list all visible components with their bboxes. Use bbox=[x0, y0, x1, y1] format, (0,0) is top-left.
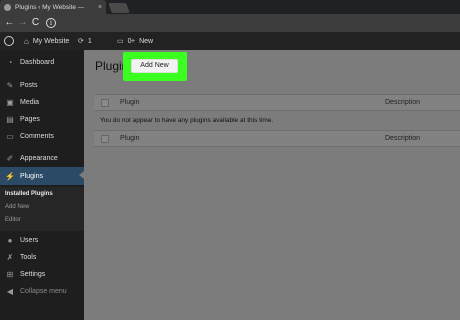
updates-icon: ⟳ bbox=[78, 38, 84, 45]
sidebar-item-label: Plugins bbox=[20, 172, 43, 180]
sidebar-item-label: Pages bbox=[20, 115, 40, 123]
tools-icon: ✗ bbox=[6, 252, 14, 262]
users-icon: ● bbox=[7, 235, 13, 245]
sidebar-item-users[interactable]: ● Users bbox=[0, 232, 84, 248]
select-all-checkbox[interactable] bbox=[101, 99, 109, 107]
submenu-add-new[interactable]: Add New bbox=[5, 204, 29, 210]
sidebar-item-tools[interactable]: ✗ Tools bbox=[0, 249, 84, 265]
sidebar-item-dashboard[interactable]: ◔ Dashboard bbox=[0, 54, 84, 70]
submenu-installed-plugins[interactable]: Installed Plugins bbox=[5, 191, 53, 197]
settings-icon: ⊞ bbox=[6, 269, 14, 279]
sidebar-item-media[interactable]: ▣ Media bbox=[0, 94, 84, 110]
wordpress-logo-icon[interactable] bbox=[4, 32, 15, 50]
sidebar-item-appearance[interactable]: ✐ Appearance bbox=[0, 150, 84, 166]
browser-tab-strip: Plugins ‹ My Website — × bbox=[0, 0, 460, 14]
sidebar-item-settings[interactable]: ⊞ Settings bbox=[0, 266, 84, 282]
sidebar-item-comments[interactable]: ▭ Comments bbox=[0, 128, 84, 144]
site-name-link[interactable]: ⌂ My Website bbox=[24, 32, 69, 50]
column-footer-plugin[interactable]: Plugin bbox=[120, 135, 139, 142]
updates-count: 1 bbox=[87, 37, 92, 45]
sidebar-item-label: Tools bbox=[20, 253, 37, 261]
updates-link[interactable]: ⟳ 1 bbox=[78, 32, 92, 50]
wp-admin-bar: ⌂ My Website ⟳ 1 ▭ 0 + New bbox=[0, 32, 460, 50]
sidebar-item-label: Appearance bbox=[20, 154, 58, 162]
collapse-icon: ◀ bbox=[6, 286, 14, 296]
pages-icon: ▤ bbox=[6, 114, 14, 124]
new-tab-button[interactable] bbox=[108, 3, 130, 13]
comments-icon: ▭ bbox=[6, 131, 14, 141]
collapse-menu-button[interactable]: ◀ Collapse menu bbox=[0, 283, 84, 299]
browser-tab[interactable]: Plugins ‹ My Website — × bbox=[0, 0, 106, 14]
empty-table-message: You do not appear to have any plugins av… bbox=[100, 117, 274, 124]
plugins-icon: ⚡ bbox=[5, 171, 15, 181]
column-footer-description: Description bbox=[385, 135, 421, 142]
home-icon: ⌂ bbox=[24, 36, 29, 46]
column-header-description: Description bbox=[385, 99, 421, 106]
table-footer-row: Plugin Description bbox=[94, 130, 460, 147]
admin-sidebar: ◔ Dashboard ✎ Posts ▣ Media ▤ Pages ▭ Co… bbox=[0, 50, 84, 320]
dashboard-icon: ◔ bbox=[7, 57, 13, 67]
media-icon: ▣ bbox=[6, 97, 14, 107]
select-all-checkbox-footer[interactable] bbox=[101, 135, 109, 143]
sidebar-item-pages[interactable]: ▤ Pages bbox=[0, 111, 84, 127]
browser-toolbar: ← → C i bbox=[0, 14, 460, 32]
reload-button[interactable]: C bbox=[29, 14, 42, 32]
back-button[interactable]: ← bbox=[3, 14, 16, 32]
tab-title: Plugins ‹ My Website — bbox=[15, 3, 85, 11]
site-name: My Website bbox=[32, 37, 70, 45]
table-header-row: Plugin Description bbox=[94, 94, 460, 111]
submenu-editor[interactable]: Editor bbox=[5, 217, 21, 223]
new-content-link[interactable]: + New bbox=[131, 32, 153, 50]
sidebar-item-label: Collapse menu bbox=[20, 287, 67, 295]
plus-icon: + bbox=[131, 37, 136, 45]
sidebar-item-label: Comments bbox=[20, 132, 54, 140]
sidebar-item-plugins[interactable]: ⚡ Plugins bbox=[0, 167, 84, 185]
comment-bubble-icon: ▭ bbox=[117, 38, 124, 45]
column-header-plugin[interactable]: Plugin bbox=[120, 99, 139, 106]
sidebar-item-posts[interactable]: ✎ Posts bbox=[0, 77, 84, 93]
plugins-submenu: Installed Plugins Add New Editor bbox=[0, 187, 84, 231]
new-label: New bbox=[139, 37, 154, 45]
pin-icon: ✎ bbox=[6, 80, 14, 90]
comments-link[interactable]: ▭ 0 bbox=[117, 32, 132, 50]
sidebar-item-label: Settings bbox=[20, 270, 46, 278]
appearance-icon: ✐ bbox=[6, 153, 14, 163]
site-info-icon[interactable]: i bbox=[46, 18, 56, 28]
tab-close-icon[interactable]: × bbox=[98, 4, 102, 11]
sidebar-item-label: Posts bbox=[20, 81, 38, 89]
add-new-button[interactable]: Add New bbox=[131, 59, 178, 73]
forward-button[interactable]: → bbox=[16, 14, 29, 32]
sidebar-item-label: Media bbox=[20, 98, 40, 106]
favicon-icon bbox=[4, 3, 11, 11]
sidebar-item-label: Dashboard bbox=[20, 58, 55, 66]
sidebar-item-label: Users bbox=[20, 236, 39, 244]
